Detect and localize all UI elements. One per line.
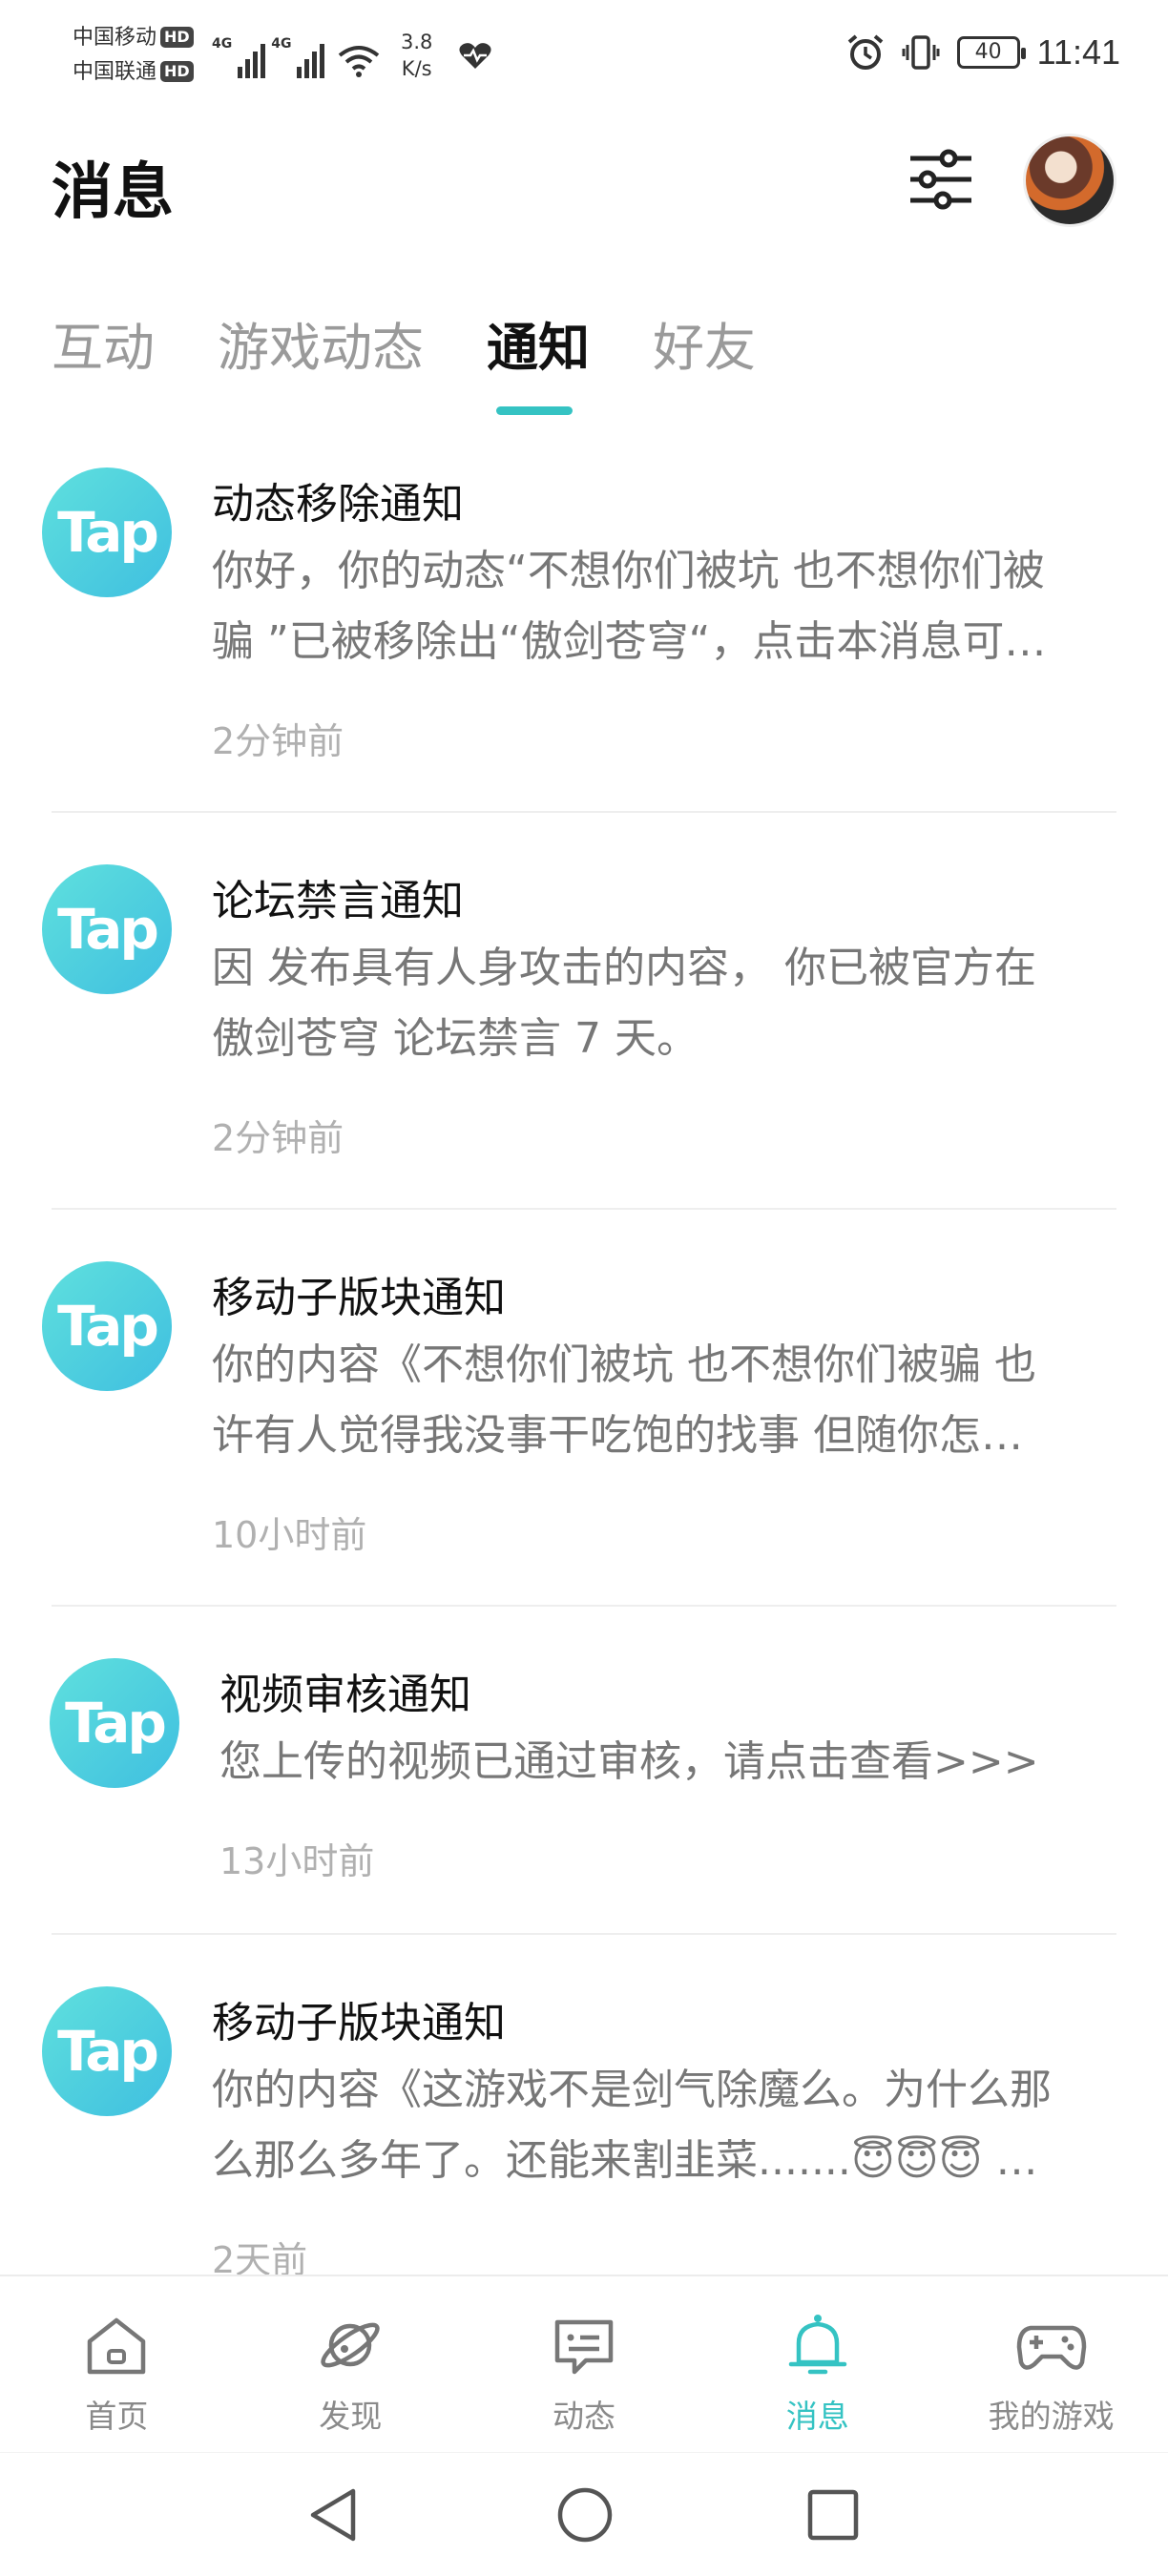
recents-square-icon[interactable] — [802, 2483, 865, 2546]
filter-settings-button[interactable] — [905, 143, 977, 216]
nav-home[interactable]: 首页 — [0, 2276, 234, 2452]
nav-label: 动态 — [552, 2398, 615, 2435]
notification-item[interactable]: Tap 移动子版块通知 你的内容《不想你们被坑 也不想你们被骗 也 许有人觉得我… — [0, 1210, 1168, 1607]
battery-indicator: 40 — [956, 36, 1026, 69]
notification-title: 移动子版块通知 — [212, 1274, 506, 1322]
tap-logo-icon: Tap — [42, 1986, 172, 2116]
nav-messages[interactable]: 消息 — [700, 2276, 934, 2452]
system-navigation-bar — [0, 2452, 1168, 2576]
signal-bars-icon — [297, 40, 325, 78]
notification-body: 因 发布具有人身攻击的内容， 你已被官方在 傲剑苍穹 论坛禁言 7 天。 — [212, 944, 1036, 1063]
tab-interaction[interactable]: 互动 — [52, 310, 155, 386]
signal-bars-icon — [238, 40, 266, 78]
nav-discover[interactable]: 发现 — [234, 2276, 468, 2452]
tab-notifications[interactable]: 通知 — [487, 310, 590, 386]
hd-badge: HD — [160, 27, 194, 48]
notification-time: 13小时前 — [219, 1840, 375, 1882]
notification-title: 动态移除通知 — [212, 480, 464, 529]
nav-label: 消息 — [785, 2398, 849, 2435]
hd-badge: HD — [160, 61, 194, 82]
network-speed: 3.8 K/s — [401, 29, 432, 82]
clock: 11:41 — [1036, 32, 1120, 72]
notification-item[interactable]: Tap 动态移除通知 你好，你的动态“不想你们被坑 也不想你们被 骗 ”已被移除… — [0, 448, 1168, 813]
notification-item[interactable]: Tap 论坛禁言通知 因 发布具有人身攻击的内容， 你已被官方在 傲剑苍穹 论坛… — [0, 813, 1168, 1210]
nav-my-games[interactable]: 我的游戏 — [934, 2276, 1168, 2452]
notification-title: 视频审核通知 — [219, 1671, 471, 1719]
alarm-icon — [847, 34, 883, 70]
tap-logo-icon: Tap — [42, 1261, 172, 1391]
tap-logo-icon: Tap — [50, 1658, 179, 1788]
tap-logo-icon: Tap — [42, 467, 172, 597]
nav-label: 首页 — [85, 2398, 149, 2435]
status-right: 40 11:41 — [846, 32, 1120, 73]
page-title: 消息 — [52, 157, 174, 228]
notification-time: 2分钟前 — [212, 720, 344, 762]
user-avatar[interactable] — [1023, 134, 1116, 227]
back-triangle-icon[interactable] — [303, 2483, 366, 2546]
status-bar: 中国移动 HD 中国联通 HD 4G 4G 3.8 K/s 40 11:41 — [0, 0, 1168, 114]
notification-body: 你的内容《这游戏不是剑气除魔么。为什么那 么那么多年了。还能来割韭菜......… — [212, 2066, 1052, 2185]
notification-title: 移动子版块通知 — [212, 1999, 506, 2047]
nav-feed[interactable]: 动态 — [468, 2276, 701, 2452]
network-type-2: 4G — [271, 36, 292, 52]
nav-label: 我的游戏 — [988, 2398, 1115, 2435]
vibrate-icon — [902, 35, 940, 70]
nav-label: 发现 — [319, 2398, 383, 2435]
bottom-navigation: 首页 发现 动态 消息 我的游戏 — [0, 2275, 1168, 2452]
notification-title: 论坛禁言通知 — [212, 877, 464, 925]
carrier-info: 中国移动 HD 中国联通 HD — [73, 21, 194, 90]
notification-time: 10小时前 — [212, 1514, 367, 1556]
notification-body: 您上传的视频已通过审核，请点击查看>>> — [219, 1737, 1039, 1786]
chat-bubble-icon — [554, 2319, 614, 2375]
carrier-1: 中国移动 — [73, 26, 157, 50]
bell-icon — [788, 2315, 847, 2375]
signal-indicators: 4G 4G — [212, 31, 380, 78]
notification-body: 你的内容《不想你们被坑 也不想你们被骗 也 许有人觉得我没事干吃饱的找事 但随你… — [212, 1340, 1036, 1460]
home-circle-icon[interactable] — [553, 2483, 616, 2546]
active-tab-indicator — [496, 406, 573, 415]
message-tabs: 互动 游戏动态 通知 好友 — [52, 310, 819, 386]
network-type-1: 4G — [212, 36, 233, 52]
carrier-2: 中国联通 — [73, 60, 157, 84]
home-icon — [88, 2317, 146, 2375]
planet-icon — [321, 2322, 380, 2368]
gamepad-icon — [1016, 2325, 1086, 2370]
wifi-icon — [339, 46, 380, 77]
speed-unit: K/s — [401, 57, 432, 80]
tab-game-updates[interactable]: 游戏动态 — [218, 310, 424, 386]
notification-body: 你好，你的动态“不想你们被坑 也不想你们被 骗 ”已被移除出“傲剑苍穹“，点击本… — [212, 547, 1047, 666]
notification-item[interactable]: Tap 视频审核通知 您上传的视频已通过审核，请点击查看>>> 13小时前 — [0, 1607, 1168, 1935]
tab-friends[interactable]: 好友 — [653, 310, 756, 386]
speed-value: 3.8 — [401, 31, 433, 53]
notification-item[interactable]: Tap 移动子版块通知 你的内容《这游戏不是剑气除魔么。为什么那 么那么多年了。… — [0, 1935, 1168, 2281]
health-heart-icon — [459, 43, 491, 69]
sliders-icon — [910, 149, 971, 210]
tap-logo-icon: Tap — [42, 864, 172, 994]
notification-time: 2分钟前 — [212, 1117, 344, 1159]
